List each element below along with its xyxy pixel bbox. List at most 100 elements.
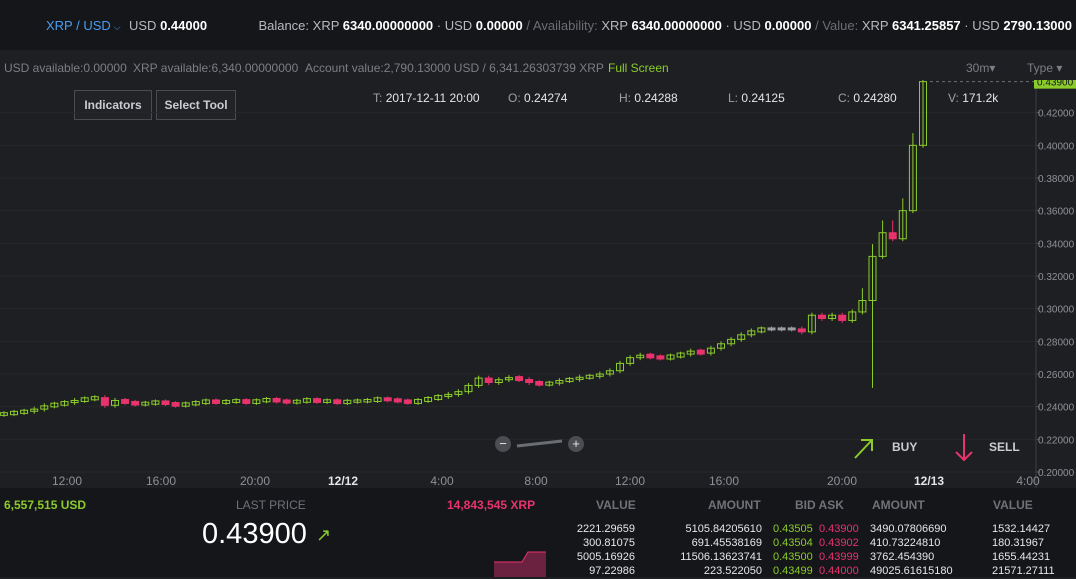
- candle-body[interactable]: [161, 400, 170, 406]
- candle-body[interactable]: [767, 327, 776, 331]
- ob-header-bid-ask: BID ASK: [795, 498, 844, 512]
- candle-body[interactable]: [212, 399, 220, 404]
- y-tick-label: 0.20000: [1038, 468, 1075, 479]
- bid-amount: 5105.84205610: [685, 523, 762, 535]
- candle-body[interactable]: [171, 402, 180, 407]
- chart-type-select[interactable]: Type ▾: [1027, 61, 1062, 75]
- availability-xrp: 6340.00000000: [631, 18, 722, 33]
- ask-price: 0.43999: [819, 551, 859, 563]
- candle-body[interactable]: [818, 314, 826, 319]
- candle-body[interactable]: [383, 397, 392, 402]
- balance-label: Balance:: [258, 18, 310, 33]
- price-chart[interactable]: 0.20000 0.22000 0.24000 0.26000 0.28000 0.300…: [0, 80, 1076, 488]
- balance-usd: 0.00000: [475, 18, 523, 33]
- sell-label[interactable]: SELL: [989, 440, 1020, 454]
- last-price-tag-label: 0.43900: [1037, 80, 1074, 89]
- x-tick-label: 16:00: [709, 474, 739, 488]
- y-tick-label: 0.40000: [1038, 141, 1075, 152]
- pair-selector[interactable]: XRP / USD ⌵: [46, 18, 121, 33]
- x-tick-label: 20:00: [240, 474, 270, 488]
- interval-select[interactable]: 30m▾: [966, 61, 995, 75]
- candles: [0, 80, 927, 417]
- bid-value: 5005.16926: [576, 551, 635, 563]
- ob-header-bid-amount: AMOUNT: [708, 498, 761, 512]
- candle-body[interactable]: [313, 398, 321, 403]
- value-xrp-label: XRP: [861, 18, 889, 33]
- candle-body[interactable]: [656, 355, 665, 360]
- xrp-volume: 14,843,545 XRP: [447, 498, 536, 512]
- last-price-value: 0.43900: [202, 518, 307, 550]
- y-tick-label: 0.24000: [1038, 403, 1075, 414]
- balance-xrp-label: XRP: [312, 18, 340, 33]
- ask-value: 180.31967: [992, 537, 1044, 549]
- up-arrow-icon: ↗: [316, 525, 332, 545]
- y-tick-label: 0.28000: [1038, 337, 1075, 348]
- chart-grid: [0, 112, 1036, 473]
- y-tick-label: 0.32000: [1038, 272, 1075, 283]
- value-label: / Value:: [815, 18, 859, 33]
- candle-body[interactable]: [100, 397, 109, 406]
- zoom-slider[interactable]: [516, 439, 563, 448]
- candle-body[interactable]: [787, 327, 796, 331]
- top-bar: XRP / USD ⌵ USD 0.44000 Balance: XRP 6340…: [0, 0, 1076, 50]
- candle-body[interactable]: [696, 349, 705, 355]
- bid-amount: 691.45538169: [691, 537, 762, 549]
- availability-usd: 0.00000: [764, 18, 812, 33]
- candle-body[interactable]: [525, 379, 534, 383]
- availability-label: / Availability:: [526, 18, 598, 33]
- candle-body[interactable]: [121, 398, 130, 404]
- current-price: USD 0.44000: [129, 18, 207, 33]
- candle-body[interactable]: [282, 399, 291, 404]
- candle-body[interactable]: [131, 400, 140, 406]
- x-tick-label: 12/13: [914, 474, 944, 488]
- zoom-control[interactable]: − +: [495, 436, 584, 452]
- plus-icon: +: [572, 436, 580, 451]
- balance-xrp: 6340.00000000: [342, 18, 434, 33]
- ask-price: 0.44000: [819, 565, 859, 577]
- chevron-down-icon: ⌵: [113, 22, 121, 32]
- ob-header-ask-value: VALUE: [993, 498, 1033, 512]
- sell-button[interactable]: [955, 434, 973, 462]
- ob-header-ask-amount: AMOUNT: [872, 498, 925, 512]
- x-tick-label: 4:00: [430, 474, 454, 488]
- ask-price: 0.43902: [819, 537, 859, 549]
- candle-body[interactable]: [484, 377, 493, 383]
- market-summary-panel: 6,557,515 USD LAST PRICE 14,843,545 XRP …: [0, 488, 1076, 577]
- ob-header-bid-value: VALUE: [596, 498, 636, 512]
- candle-body[interactable]: [646, 353, 655, 359]
- ask-price: 0.43900: [819, 523, 859, 535]
- candle-body[interactable]: [272, 397, 281, 403]
- bid-price: 0.43500: [773, 551, 813, 563]
- candle-body[interactable]: [797, 328, 806, 333]
- account-value: Account value:2,790.13000 USD / 6,341.26…: [305, 61, 604, 75]
- y-tick-label: 0.34000: [1038, 239, 1075, 250]
- x-axis: 12:00 16:00 20:00 12/12 4:00 8:00 12:00 16:00 20…: [52, 474, 1040, 488]
- y-tick-label: 0.22000: [1038, 435, 1075, 446]
- balance-summary: Balance: XRP 6340.00000000 · USD 0.00000…: [258, 18, 1072, 33]
- candle-body[interactable]: [515, 376, 523, 382]
- candle-body[interactable]: [333, 399, 342, 405]
- x-tick-label: 12:00: [615, 474, 645, 488]
- bid-price: 0.43504: [773, 537, 813, 549]
- buy-arrow-icon: [854, 439, 873, 459]
- y-axis: 0.20000 0.22000 0.24000 0.26000 0.28000 0.300…: [1035, 80, 1075, 488]
- candle-body[interactable]: [888, 232, 897, 240]
- y-tick-label: 0.26000: [1038, 370, 1075, 381]
- ask-value: 21571.27111: [992, 565, 1055, 577]
- full-screen-link[interactable]: Full Screen: [608, 61, 669, 75]
- x-tick-label: 12:00: [52, 474, 82, 488]
- candle-body[interactable]: [535, 380, 544, 386]
- x-tick-label: 4:00: [1016, 474, 1040, 488]
- y-tick-label: 0.42000: [1038, 109, 1075, 120]
- bid-value: 300.81075: [583, 537, 635, 549]
- candle-body[interactable]: [777, 327, 786, 331]
- candle-body[interactable]: [242, 399, 251, 404]
- usd-volume: 6,557,515 USD: [4, 498, 87, 512]
- candle-body[interactable]: [403, 399, 412, 404]
- candle-body[interactable]: [838, 314, 847, 321]
- x-tick-label: 16:00: [146, 474, 176, 488]
- depth-mini-chart: [494, 551, 546, 577]
- candle-body[interactable]: [393, 398, 402, 403]
- buy-label[interactable]: BUY: [892, 440, 917, 454]
- buy-button[interactable]: [854, 439, 873, 459]
